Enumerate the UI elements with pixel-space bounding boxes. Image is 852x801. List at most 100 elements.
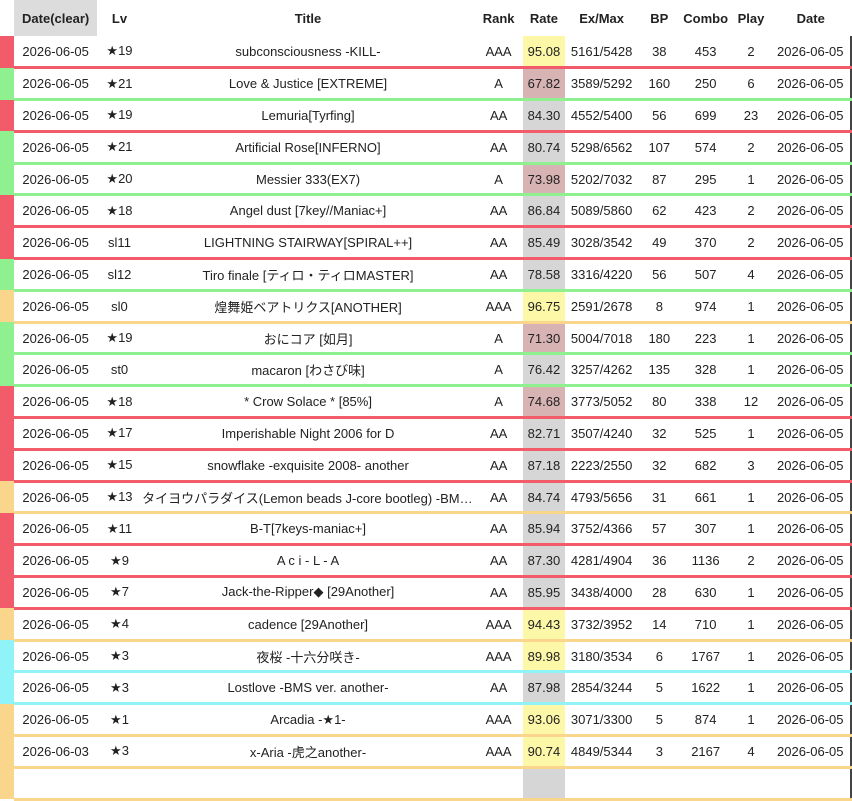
cell-date-clear: 2026-06-05 bbox=[14, 640, 97, 674]
cell-title[interactable]: 煌舞姫ベアトリクス[ANOTHER] bbox=[142, 290, 474, 324]
table-row[interactable]: 2026-06-05 sl12 Tiro finale [ティロ・ティロMASTER… bbox=[0, 258, 852, 292]
table-row[interactable] bbox=[0, 767, 852, 801]
table-row[interactable]: 2026-06-05 sl0 煌舞姫ベアトリクス[ANOTHER] AAA 96.75 2… bbox=[0, 290, 852, 324]
table-row[interactable]: 2026-06-05 ★3 夜桜 -十六分咲き- AAA 89.98 3180/3534 6… bbox=[0, 640, 852, 674]
table-row[interactable]: 2026-06-05 ★11 B-T[7keys-maniac+] AA 85.94 37… bbox=[0, 512, 852, 547]
cell-title[interactable]: タイヨウパラダイス(Lemon beads J-core bootleg) -B… bbox=[142, 481, 474, 515]
cell-combo: 1136 bbox=[679, 544, 732, 579]
table-row[interactable]: 2026-06-05 ★20 Messier 333(EX7) A 73.98 5202/… bbox=[0, 163, 852, 197]
cell-date: 2026-06-05 bbox=[770, 576, 852, 610]
column-header-play[interactable]: Play bbox=[731, 0, 771, 36]
table-row[interactable]: 2026-06-05 st0 macaron [わさび味] A 76.42 3257/42… bbox=[0, 353, 852, 388]
cell-title[interactable]: Messier 333(EX7) bbox=[142, 163, 474, 197]
cell-lv: ★18 bbox=[96, 385, 143, 420]
cell-combo: 423 bbox=[679, 194, 732, 229]
cell-lv: ★19 bbox=[96, 322, 143, 356]
cell-title[interactable]: Artificial Rose[INFERNO] bbox=[142, 131, 474, 165]
cell-lv: ★15 bbox=[96, 449, 143, 483]
cell-date: 2026-06-05 bbox=[770, 544, 852, 579]
cell-title[interactable]: LIGHTNING STAIRWAY[SPIRAL++] bbox=[142, 226, 474, 261]
cell-title[interactable]: Angel dust [7key//Maniac+] bbox=[142, 194, 474, 229]
cell-date-clear: 2026-06-05 bbox=[14, 36, 97, 70]
column-header-date-clear[interactable]: Date(clear) bbox=[14, 0, 97, 36]
cell-lv: ★7 bbox=[96, 576, 143, 610]
cell-title[interactable]: macaron [わさび味] bbox=[142, 353, 474, 388]
cell-title[interactable]: A c i - L - A bbox=[142, 544, 474, 579]
clear-lamp bbox=[0, 703, 15, 736]
table-row[interactable]: 2026-06-05 ★4 cadence [29Another] AAA 94.43 3… bbox=[0, 608, 852, 642]
cell-title[interactable]: Lostlove -BMS ver. another- bbox=[142, 671, 474, 706]
clear-lamp bbox=[0, 544, 15, 577]
cell-title[interactable]: subconsciousness -KILL- bbox=[142, 36, 474, 70]
cell-combo: 630 bbox=[679, 576, 732, 610]
cell-rate: 94.43 bbox=[523, 608, 565, 642]
cell-rank: AA bbox=[473, 449, 524, 483]
table-row[interactable]: 2026-06-05 ★18 Angel dust [7key//Maniac+] A… bbox=[0, 194, 852, 229]
cell-combo: 661 bbox=[679, 481, 732, 515]
cell-bp: 6 bbox=[638, 640, 680, 674]
cell-title[interactable]: Lemuria[Tyrfing] bbox=[142, 99, 474, 133]
cell-combo: 1622 bbox=[679, 671, 732, 706]
cell-title[interactable]: * Crow Solace * [85%] bbox=[142, 385, 474, 420]
table-row[interactable]: 2026-06-05 ★7 Jack-the-Ripper◆ [29Another]… bbox=[0, 576, 852, 610]
column-header-title[interactable]: Title bbox=[142, 0, 474, 36]
table-row[interactable]: 2026-06-05 ★1 Arcadia -★1- AAA 93.06 3071/330… bbox=[0, 703, 852, 738]
cell-lv: sl0 bbox=[96, 290, 143, 324]
cell-lv: ★21 bbox=[96, 67, 143, 102]
column-header-bp[interactable]: BP bbox=[638, 0, 680, 36]
cell-title[interactable]: cadence [29Another] bbox=[142, 608, 474, 642]
cell-exmax: 5089/5860 bbox=[564, 194, 639, 229]
table-row[interactable]: 2026-06-05 ★3 Lostlove -BMS ver. another- A… bbox=[0, 671, 852, 706]
cell-rank: A bbox=[473, 353, 524, 388]
clear-lamp bbox=[0, 735, 15, 768]
cell-play: 1 bbox=[731, 703, 771, 738]
table-row[interactable]: 2026-06-05 ★21 Artificial Rose[INFERNO] AA 8… bbox=[0, 131, 852, 165]
cell-rank: AA bbox=[473, 481, 524, 515]
cell-combo: 699 bbox=[679, 99, 732, 133]
cell-exmax: 3316/4220 bbox=[564, 258, 639, 292]
cell-title[interactable]: Imperishable Night 2006 for D bbox=[142, 417, 474, 451]
column-header-combo[interactable]: Combo bbox=[679, 0, 732, 36]
table-body: 2026-06-05 ★19 subconsciousness -KILL- AAA 9… bbox=[0, 36, 852, 801]
table-row[interactable]: 2026-06-05 ★19 subconsciousness -KILL- AAA 9… bbox=[0, 36, 852, 70]
table-row[interactable]: 2026-06-05 ★18 * Crow Solace * [85%] A 74.68… bbox=[0, 385, 852, 420]
cell-title[interactable]: Tiro finale [ティロ・ティロMASTER] bbox=[142, 258, 474, 292]
cell-rate: 74.68 bbox=[523, 385, 565, 420]
cell-combo: 453 bbox=[679, 36, 732, 70]
cell-rate: 93.06 bbox=[523, 703, 565, 738]
cell-title[interactable] bbox=[142, 767, 474, 801]
cell-play: 6 bbox=[731, 67, 771, 102]
column-header-date[interactable]: Date bbox=[770, 0, 851, 36]
cell-rate: 87.30 bbox=[523, 544, 565, 579]
table-row[interactable]: 2026-06-05 ★19 Lemuria[Tyrfing] AA 84.30 4552… bbox=[0, 99, 852, 133]
cell-exmax: 5161/5428 bbox=[564, 36, 639, 70]
table-row[interactable]: 2026-06-05 ★9 A c i - L - A AA 87.30 4281/490… bbox=[0, 544, 852, 579]
cell-title[interactable]: Jack-the-Ripper◆ [29Another] bbox=[142, 576, 474, 610]
cell-lv: ★13 bbox=[96, 481, 143, 515]
table-row[interactable]: 2026-06-05 ★21 Love & Justice [EXTREME] A 67… bbox=[0, 67, 852, 102]
table-row[interactable]: 2026-06-05 ★15 snowflake -exquisite 2008- … bbox=[0, 449, 852, 483]
cell-title[interactable]: Love & Justice [EXTREME] bbox=[142, 67, 474, 102]
table-row[interactable]: 2026-06-03 ★3 x-Aria -虎之another- AAA 90.74 48… bbox=[0, 735, 852, 769]
cell-date-clear: 2026-06-03 bbox=[14, 735, 97, 769]
clear-lamp bbox=[0, 767, 15, 800]
column-header-rank[interactable]: Rank bbox=[473, 0, 524, 36]
table-row[interactable]: 2026-06-05 sl11 LIGHTNING STAIRWAY[SPIRAL+… bbox=[0, 226, 852, 261]
clear-lamp bbox=[0, 481, 15, 513]
table-row[interactable]: 2026-06-05 ★17 Imperishable Night 2006 for… bbox=[0, 417, 852, 451]
column-header-rate[interactable]: Rate bbox=[523, 0, 565, 36]
cell-title[interactable]: Arcadia -★1- bbox=[142, 703, 474, 738]
cell-title[interactable]: x-Aria -虎之another- bbox=[142, 735, 474, 769]
cell-bp: 80 bbox=[638, 385, 680, 420]
cell-title[interactable]: snowflake -exquisite 2008- another bbox=[142, 449, 474, 483]
table-row[interactable]: 2026-06-05 ★19 おにコア [如月] A 71.30 5004/7018 180… bbox=[0, 322, 852, 356]
column-header-exmax[interactable]: Ex/Max bbox=[564, 0, 639, 36]
cell-rate: 78.58 bbox=[523, 258, 565, 292]
cell-title[interactable]: おにコア [如月] bbox=[142, 322, 474, 356]
cell-title[interactable]: 夜桜 -十六分咲き- bbox=[142, 640, 474, 674]
column-header-lv[interactable]: Lv bbox=[96, 0, 143, 36]
cell-title[interactable]: B-T[7keys-maniac+] bbox=[142, 512, 474, 547]
cell-rank bbox=[473, 767, 524, 801]
cell-date: 2026-06-05 bbox=[770, 322, 852, 356]
table-row[interactable]: 2026-06-05 ★13 タイヨウパラダイス(Lemon beads J-cor… bbox=[0, 481, 852, 515]
